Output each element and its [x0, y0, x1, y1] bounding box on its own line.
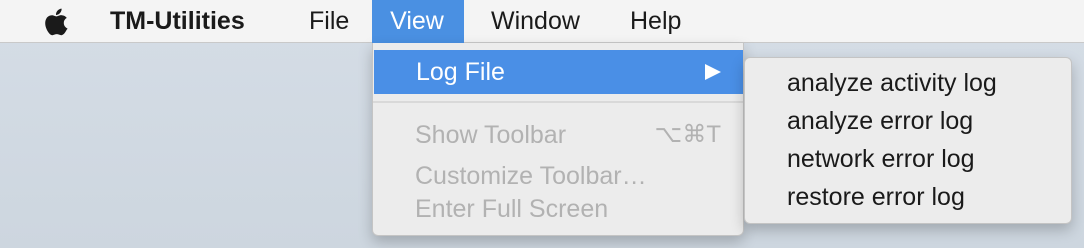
menu-file[interactable]: File [309, 0, 349, 43]
log-file-submenu: analyze activity log analyze error log n… [744, 57, 1072, 224]
menu-item-label: Customize Toolbar… [415, 162, 647, 190]
menu-item-label: Log File [416, 58, 505, 86]
submenu-item-network-error-log[interactable]: network error log [787, 140, 975, 178]
menu-item-enter-full-screen[interactable]: Enter Full Screen [373, 189, 743, 229]
menu-view[interactable]: View [372, 0, 464, 43]
shortcut-label: ⌥⌘T [654, 121, 721, 148]
menu-view-label: View [390, 7, 444, 35]
menu-item-log-file[interactable]: Log File [374, 50, 743, 94]
app-name-menu[interactable]: TM-Utilities [110, 0, 245, 43]
apple-icon[interactable] [42, 8, 70, 36]
submenu-item-analyze-activity-log[interactable]: analyze activity log [787, 64, 997, 102]
view-menu-dropdown: Log File Show Toolbar ⌥⌘T Customize Tool… [372, 43, 744, 236]
menu-item-label: Show Toolbar [415, 121, 567, 149]
menu-bar: TM-Utilities File View Window Help [0, 0, 1084, 43]
menu-item-show-toolbar[interactable]: Show Toolbar ⌥⌘T [373, 115, 743, 155]
submenu-item-analyze-error-log[interactable]: analyze error log [787, 102, 973, 140]
menu-help[interactable]: Help [630, 0, 681, 43]
submenu-item-restore-error-log[interactable]: restore error log [787, 178, 965, 216]
menu-item-label: Enter Full Screen [415, 195, 609, 223]
menu-window[interactable]: Window [491, 0, 580, 43]
chevron-right-icon [705, 64, 721, 80]
menu-separator [373, 101, 743, 103]
